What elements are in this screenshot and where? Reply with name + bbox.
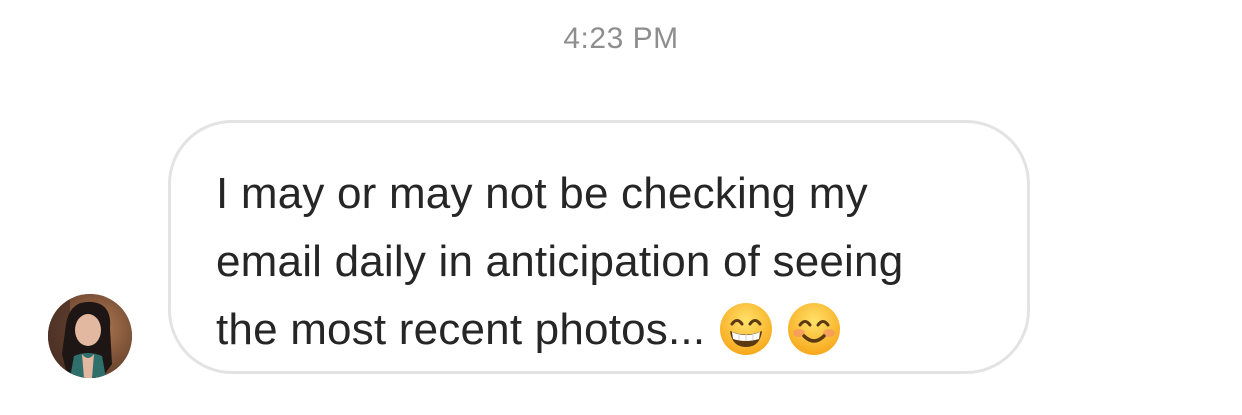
- message-line-text: the most recent photos...: [216, 305, 706, 354]
- message-line-last: the most recent photos...: [216, 296, 1006, 364]
- message-text: I may or may not be checking my email da…: [216, 160, 1006, 364]
- profile-photo-icon: [48, 294, 132, 378]
- smiling-face-with-smiling-eyes-icon: [787, 302, 841, 356]
- grinning-face-with-smiling-eyes-icon: [719, 302, 773, 356]
- message-line: email daily in anticipation of seeing: [216, 237, 904, 286]
- message-timestamp: 4:23 PM: [563, 22, 679, 55]
- message-line: I may or may not be checking my: [216, 169, 868, 218]
- sender-avatar[interactable]: [48, 294, 132, 378]
